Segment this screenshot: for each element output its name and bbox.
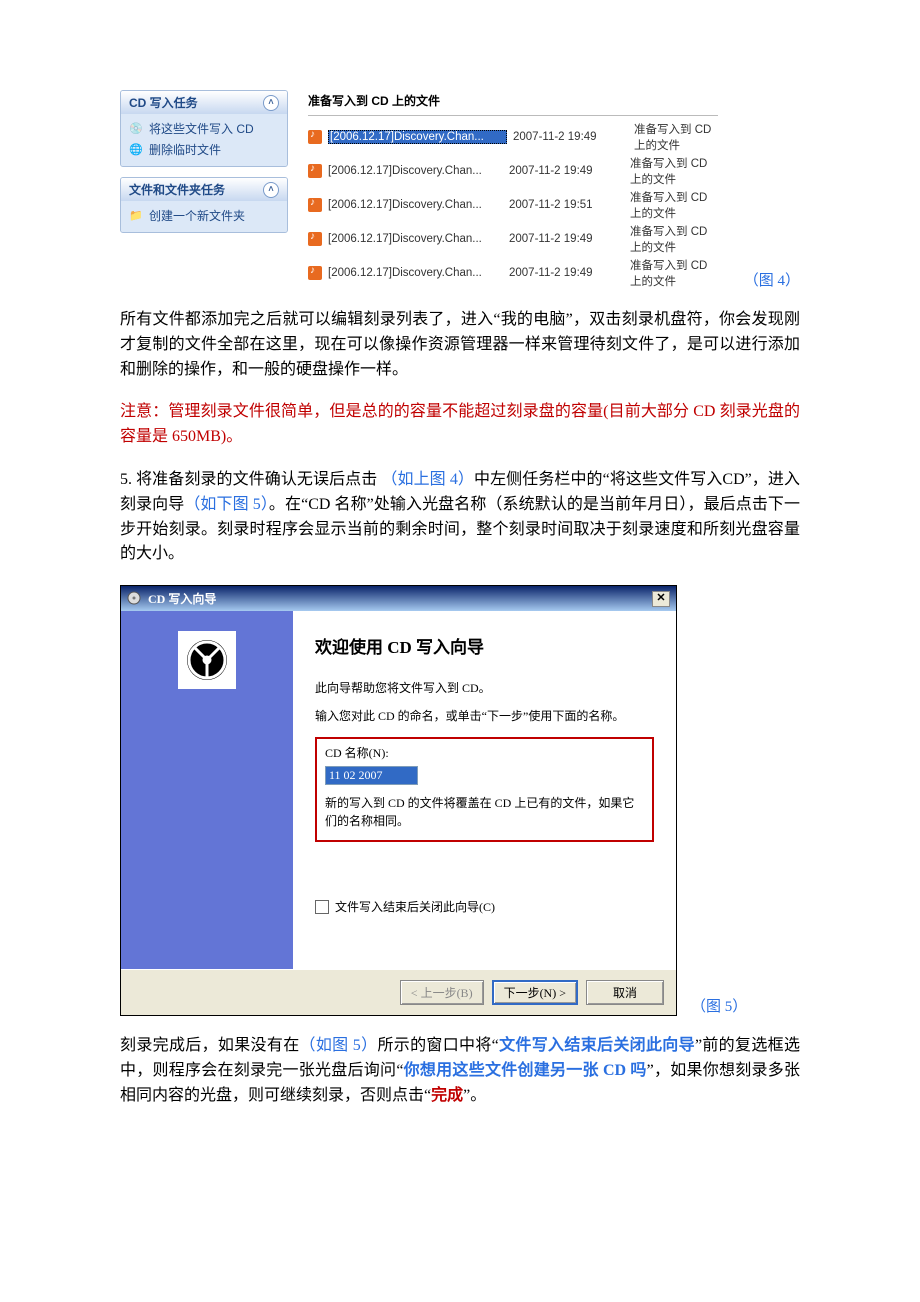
wizard-name-frame: CD 名称(N): 新的写入到 CD 的文件将覆盖在 CD 上已有的文件，如果它… xyxy=(315,737,654,842)
cd-name-label: CD 名称(N): xyxy=(325,745,644,762)
file-name: [2006.12.17]Discovery.Chan... xyxy=(328,165,503,177)
file-row[interactable]: [2006.12.17]Discovery.Chan... 2007-11-2 1… xyxy=(308,188,718,222)
chevron-up-icon[interactable]: ˄ xyxy=(263,182,279,198)
delete-temp-icon: 🌐 xyxy=(129,143,143,157)
new-folder-icon: 📁 xyxy=(129,209,143,223)
file-date: 2007-11-2 19:49 xyxy=(513,131,628,143)
file-icon xyxy=(308,232,322,246)
wizard-titlebar[interactable]: CD 写入向导 ✕ xyxy=(121,586,676,611)
paragraph-2-warning: 注意：管理刻录文件很简单，但是总的的容量不能超过刻录盘的容量(目前大部分 CD … xyxy=(120,400,800,450)
file-status: 准备写入到 CD 上的文件 xyxy=(630,155,718,187)
chevron-up-icon[interactable]: ˄ xyxy=(263,95,279,111)
folder-tasks-title: 文件和文件夹任务 xyxy=(129,181,225,198)
file-row[interactable]: [2006.12.17]Discovery.Chan... 2007-11-2 1… xyxy=(308,154,718,188)
file-date: 2007-11-2 19:49 xyxy=(509,267,624,279)
task-sidebar: CD 写入任务 ˄ 💿 将这些文件写入 CD 🌐 删除临时文件 文件和文 xyxy=(120,90,288,243)
close-wizard-checkbox[interactable] xyxy=(315,900,329,914)
wizard-prompt: 输入您对此 CD 的命名，或单击“下一步”使用下面的名称。 xyxy=(315,708,654,725)
strong-red: 完成 xyxy=(431,1087,463,1104)
text: 所示的窗口中将“ xyxy=(377,1037,498,1054)
file-row[interactable]: [2006.12.17]Discovery.Chan... 2007-11-2 1… xyxy=(308,222,718,256)
wizard-cd-icon xyxy=(127,591,141,605)
strong-blue: 你想用这些文件创建另一张 CD 吗 xyxy=(403,1062,646,1079)
folder-tasks-group: 文件和文件夹任务 ˄ 📁 创建一个新文件夹 xyxy=(120,177,288,233)
cd-name-input[interactable] xyxy=(325,766,418,785)
close-wizard-checkbox-row[interactable]: 文件写入结束后关闭此向导(C) xyxy=(315,898,654,915)
wizard-disc-icon xyxy=(178,631,236,689)
figure-5-label: （图 5） xyxy=(691,995,747,1016)
ref-fig4: （如上图 4） xyxy=(381,471,474,488)
strong-blue: 文件写入结束后关闭此向导 xyxy=(499,1037,695,1054)
figure-4: CD 写入任务 ˄ 💿 将这些文件写入 CD 🌐 删除临时文件 文件和文 xyxy=(120,90,800,290)
task-label: 将这些文件写入 CD xyxy=(149,120,254,137)
wizard-heading: 欢迎使用 CD 写入向导 xyxy=(315,633,654,658)
task-label: 删除临时文件 xyxy=(149,141,221,158)
close-wizard-label: 文件写入结束后关闭此向导(C) xyxy=(335,898,495,915)
file-date: 2007-11-2 19:49 xyxy=(509,165,624,177)
wizard-intro: 此向导帮助您将文件写入到 CD。 xyxy=(315,680,654,697)
task-new-folder[interactable]: 📁 创建一个新文件夹 xyxy=(127,205,281,226)
ref-fig5: （如图 5） xyxy=(300,1037,378,1054)
file-status: 准备写入到 CD 上的文件 xyxy=(630,257,718,289)
cd-wizard-window: CD 写入向导 ✕ xyxy=(120,585,677,1016)
text: 将准备刻录的文件确认无误后点击 xyxy=(132,471,381,488)
step-number: 5. xyxy=(120,471,132,488)
figure-5: CD 写入向导 ✕ xyxy=(120,585,800,1016)
cancel-button[interactable]: 取消 xyxy=(586,980,664,1005)
paragraph-1: 所有文件都添加完之后就可以编辑刻录列表了，进入“我的电脑”，双击刻录机盘符，你会… xyxy=(120,308,800,382)
file-icon xyxy=(308,164,322,178)
step-5: 5. 将准备刻录的文件确认无误后点击 （如上图 4）中左侧任务栏中的“将这些文件… xyxy=(120,468,800,567)
text: ”。 xyxy=(463,1087,486,1104)
file-status: 准备写入到 CD 上的文件 xyxy=(634,121,718,153)
task-label: 创建一个新文件夹 xyxy=(149,207,245,224)
file-row[interactable]: [2006.12.17]Discovery.Chan... 2007-11-2 1… xyxy=(308,256,718,290)
task-delete-temp[interactable]: 🌐 删除临时文件 xyxy=(127,139,281,160)
file-status: 准备写入到 CD 上的文件 xyxy=(630,189,718,221)
file-list-header: 准备写入到 CD 上的文件 xyxy=(308,90,718,116)
overwrite-note: 新的写入到 CD 的文件将覆盖在 CD 上已有的文件，如果它们的名称相同。 xyxy=(325,795,644,830)
file-icon xyxy=(308,130,322,144)
text: 刻录完成后，如果没有在 xyxy=(120,1037,300,1054)
cd-write-icon: 💿 xyxy=(129,122,143,136)
next-button[interactable]: 下一步(N) > xyxy=(492,980,578,1005)
cd-tasks-title: CD 写入任务 xyxy=(129,94,198,111)
wizard-main: 欢迎使用 CD 写入向导 此向导帮助您将文件写入到 CD。 输入您对此 CD 的… xyxy=(293,611,676,969)
cd-tasks-group: CD 写入任务 ˄ 💿 将这些文件写入 CD 🌐 删除临时文件 xyxy=(120,90,288,167)
cd-tasks-header[interactable]: CD 写入任务 ˄ xyxy=(121,91,287,114)
wizard-title-text: CD 写入向导 xyxy=(148,592,216,606)
folder-tasks-header[interactable]: 文件和文件夹任务 ˄ xyxy=(121,178,287,201)
file-icon xyxy=(308,198,322,212)
file-row[interactable]: [2006.12.17]Discovery.Chan... 2007-11-2 1… xyxy=(308,120,718,154)
back-button[interactable]: < 上一步(B) xyxy=(400,980,484,1005)
paragraph-3: 刻录完成后，如果没有在（如图 5）所示的窗口中将“文件写入结束后关闭此向导”前的… xyxy=(120,1034,800,1108)
file-date: 2007-11-2 19:51 xyxy=(509,199,624,211)
ref-fig5: （如下图 5） xyxy=(184,496,269,513)
close-button[interactable]: ✕ xyxy=(652,591,670,607)
file-name: [2006.12.17]Discovery.Chan... xyxy=(328,267,503,279)
figure-4-label: （图 4） xyxy=(744,269,800,290)
file-name: [2006.12.17]Discovery.Chan... xyxy=(328,130,507,144)
wizard-footer: < 上一步(B) 下一步(N) > 取消 xyxy=(121,969,676,1015)
file-icon xyxy=(308,266,322,280)
file-date: 2007-11-2 19:49 xyxy=(509,233,624,245)
file-list: 准备写入到 CD 上的文件 [2006.12.17]Discovery.Chan… xyxy=(308,90,718,290)
file-name: [2006.12.17]Discovery.Chan... xyxy=(328,199,503,211)
task-write-files[interactable]: 💿 将这些文件写入 CD xyxy=(127,118,281,139)
file-name: [2006.12.17]Discovery.Chan... xyxy=(328,233,503,245)
wizard-sidebar xyxy=(121,611,293,969)
file-status: 准备写入到 CD 上的文件 xyxy=(630,223,718,255)
